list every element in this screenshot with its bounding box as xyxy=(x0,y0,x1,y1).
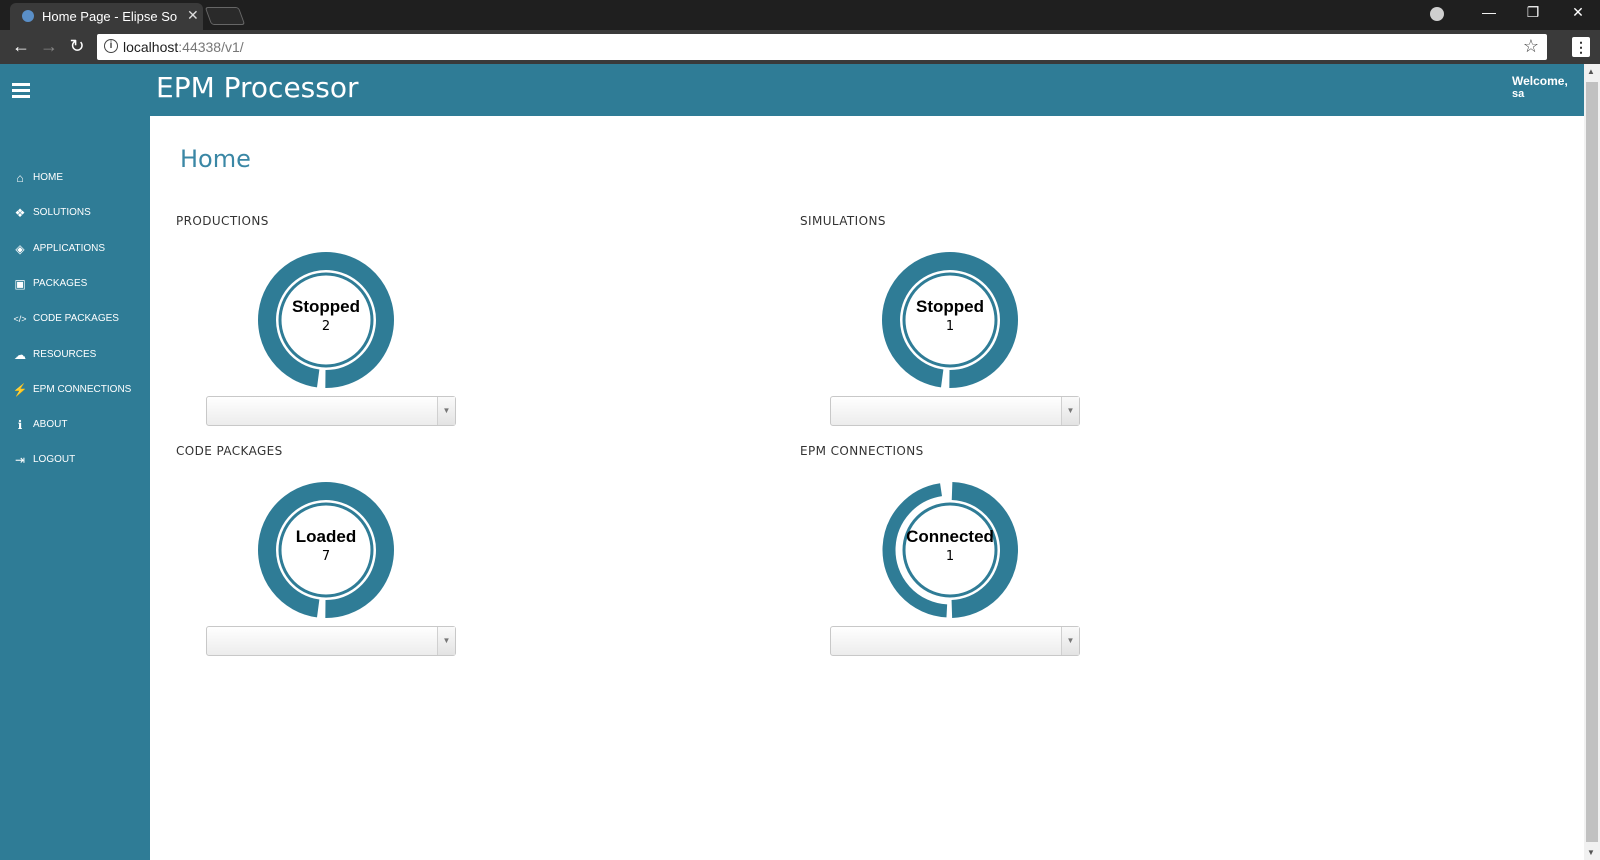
chevron-down-icon[interactable]: ▼ xyxy=(437,627,455,655)
url-path: :44338/v1/ xyxy=(178,39,244,55)
favicon-icon xyxy=(22,10,34,22)
section-label: CODE PACKAGES xyxy=(176,444,283,458)
scroll-down-icon[interactable]: ▼ xyxy=(1587,848,1595,857)
simulations-section: SIMULATIONS Stopped 1 ▼ xyxy=(800,214,1360,444)
code-icon: </> xyxy=(13,314,27,325)
sidebar-item-label: ABOUT xyxy=(33,419,68,431)
code-packages-gauge[interactable]: Loaded 7 xyxy=(256,480,396,620)
app-title: EPM Processor xyxy=(156,71,359,104)
sidebar-item-label: RESOURCES xyxy=(33,348,97,360)
gauge-status: Stopped xyxy=(916,297,984,316)
chevron-down-icon[interactable]: ▼ xyxy=(1061,627,1079,655)
sidebar-item-label: PACKAGES xyxy=(33,277,88,289)
home-icon: ⌂ xyxy=(16,171,24,185)
forward-button[interactable]: → xyxy=(38,36,60,57)
epm-connections-dropdown[interactable]: ▼ xyxy=(830,626,1080,656)
page-scrollbar[interactable]: ▲ ▼ xyxy=(1584,64,1600,860)
hamburger-menu-icon[interactable] xyxy=(12,83,30,101)
chevron-down-icon[interactable]: ▼ xyxy=(437,397,455,425)
gauge-count: 7 xyxy=(321,549,331,564)
gauge-count: 1 xyxy=(945,549,955,564)
sidebar-item-logout[interactable]: ⇥ LOGOUT xyxy=(12,452,148,472)
sidebar-item-applications[interactable]: ◈ APPLICATIONS xyxy=(12,241,148,261)
productions-gauge[interactable]: Stopped 2 xyxy=(256,250,396,390)
url-host: localhost xyxy=(123,39,179,55)
simulations-dropdown[interactable]: ▼ xyxy=(830,396,1080,426)
sidebar: ⌂ HOME ❖ SOLUTIONS ◈ APPLICATIONS ▣ PACKAGES </>… xyxy=(0,64,150,860)
back-button[interactable]: ← xyxy=(10,36,32,57)
reload-button[interactable]: ↻ xyxy=(66,36,88,57)
cube-icon: ◈ xyxy=(15,241,25,256)
profile-icon[interactable] xyxy=(1430,7,1444,21)
cloud-icon: ☁ xyxy=(14,347,26,362)
app-header: EPM Processor Welcome, sa xyxy=(150,64,1584,116)
sidebar-item-label: HOME xyxy=(33,172,63,183)
site-info-icon[interactable]: i xyxy=(104,39,118,53)
tab-close-icon[interactable]: ✕ xyxy=(187,7,199,24)
sidebar-item-label: SOLUTIONS xyxy=(33,207,91,219)
chevron-down-icon[interactable]: ▼ xyxy=(1061,397,1079,425)
address-bar[interactable]: i localhost:44338/v1/ ☆ xyxy=(97,34,1547,60)
section-label: SIMULATIONS xyxy=(800,214,886,228)
sign-out-icon: ⇥ xyxy=(14,453,26,468)
sidebar-item-epm-connections[interactable]: ⚡ EPM CONNECTIONS xyxy=(12,382,148,402)
simulations-gauge[interactable]: Stopped 1 xyxy=(880,250,1020,390)
plug-icon: ⚡ xyxy=(12,382,28,397)
welcome-user: sa xyxy=(1512,88,1525,100)
gauge-status: Loaded xyxy=(295,527,357,546)
sidebar-item-about[interactable]: ℹ ABOUT xyxy=(12,417,148,437)
sidebar-item-home[interactable]: ⌂ HOME xyxy=(12,170,148,190)
sidebar-item-label: LOGOUT xyxy=(33,454,76,466)
sidebar-item-label: APPLICATIONS xyxy=(33,242,106,254)
section-label: EPM CONNECTIONS xyxy=(800,444,924,458)
scroll-thumb[interactable] xyxy=(1586,82,1598,842)
cubes-icon: ❖ xyxy=(14,206,26,221)
welcome-message: Welcome, sa xyxy=(1512,75,1568,101)
sidebar-item-packages[interactable]: ▣ PACKAGES xyxy=(12,276,148,296)
epm-connections-gauge[interactable]: Connected 1 xyxy=(880,480,1020,620)
sidebar-item-code-packages[interactable]: </> CODE PACKAGES xyxy=(12,311,148,331)
briefcase-icon: ▣ xyxy=(14,276,26,291)
browser-tab[interactable]: Home Page - Elipse Software ✕ xyxy=(10,3,203,30)
sidebar-item-resources[interactable]: ☁ RESOURCES xyxy=(12,347,148,367)
productions-dropdown[interactable]: ▼ xyxy=(206,396,456,426)
minimize-button[interactable]: — xyxy=(1474,4,1504,20)
sidebar-item-label: EPM CONNECTIONS xyxy=(33,383,132,395)
code-packages-section: CODE PACKAGES Loaded 7 ▼ xyxy=(176,444,736,674)
gauge-count: 1 xyxy=(945,319,955,334)
bookmark-star-icon[interactable]: ☆ xyxy=(1523,36,1539,57)
productions-section: PRODUCTIONS Stopped 2 ▼ xyxy=(176,214,736,444)
gauge-count: 2 xyxy=(321,319,331,334)
section-label: PRODUCTIONS xyxy=(176,214,269,228)
browser-title-bar: Home Page - Elipse Software ✕ — ❐ ✕ xyxy=(0,0,1600,30)
page-title: Home xyxy=(180,145,251,173)
gauge-status: Connected xyxy=(906,527,994,546)
epm-connections-section: EPM CONNECTIONS Connected 1 ▼ xyxy=(800,444,1360,674)
sidebar-item-label: CODE PACKAGES xyxy=(33,313,119,325)
tab-title: Home Page - Elipse Software xyxy=(42,9,177,24)
code-packages-dropdown[interactable]: ▼ xyxy=(206,626,456,656)
url-text: localhost:44338/v1/ xyxy=(123,39,244,55)
gauge-status: Stopped xyxy=(292,297,360,316)
welcome-label: Welcome, xyxy=(1512,74,1568,88)
browser-toolbar: ← → ↻ i localhost:44338/v1/ ☆ ⋮ xyxy=(0,30,1600,64)
new-tab-button[interactable] xyxy=(204,7,246,25)
scroll-up-icon[interactable]: ▲ xyxy=(1587,67,1595,76)
restore-button[interactable]: ❐ xyxy=(1518,4,1548,21)
browser-menu-button[interactable]: ⋮ xyxy=(1572,37,1590,57)
close-window-button[interactable]: ✕ xyxy=(1563,4,1593,21)
info-icon: ℹ xyxy=(17,418,23,433)
sidebar-item-solutions[interactable]: ❖ SOLUTIONS xyxy=(12,205,148,225)
